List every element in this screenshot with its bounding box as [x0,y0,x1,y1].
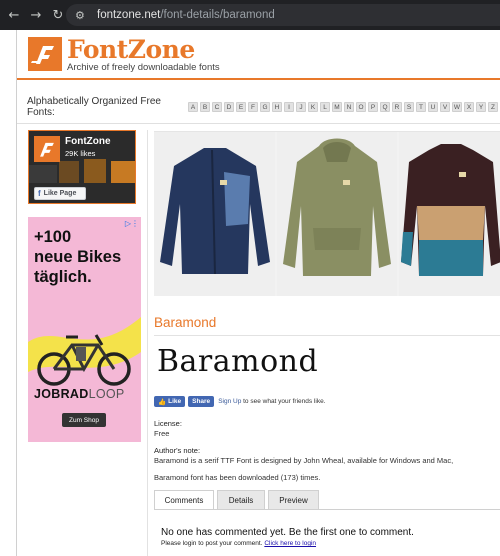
letter-link[interactable]: R [392,102,402,112]
url-path: /font-details/baramond [160,9,275,21]
letter-link[interactable]: T [416,102,426,112]
letter-link[interactable]: S [404,102,414,112]
fb-signup-link[interactable]: Sign Up [218,398,241,405]
font-title: Baramond [154,315,217,330]
letter-link[interactable]: U [428,102,438,112]
logo-mark [28,37,62,71]
login-prompt: Please login to post your comment. Click… [161,540,316,547]
sidebar-divider [147,130,148,556]
ad-headline-line-2: neue Bikes [34,248,122,266]
ad-brand-loop: LOOP [88,387,125,401]
alphabet-label: Alphabetically Organized Free Fonts: [27,96,161,118]
fb-like-page-label: Like Page [43,190,77,197]
fb-like-page-button[interactable]: f Like Page [34,187,86,200]
letter-link[interactable]: F [248,102,258,112]
adchoices-icon[interactable]: ▷⋮ [125,219,139,228]
letter-link[interactable]: K [308,102,318,112]
author-note-text: Baramond is a serif TTF Font is designed… [154,456,454,465]
ad-headline-line-1: +100 [34,228,72,246]
letter-link[interactable]: B [200,102,210,112]
fb-like-label: Like [168,398,182,405]
arrow-right-icon[interactable]: → [25,8,47,23]
license-label: License: [154,419,182,428]
letter-link[interactable]: W [452,102,462,112]
tab-preview[interactable]: Preview [268,490,319,509]
letter-link[interactable]: J [296,102,306,112]
author-note-label: Author's note: [154,446,201,455]
divider [17,123,500,124]
page: FontZone Archive of freely downloadable … [16,30,500,556]
letter-link[interactable]: Z [488,102,498,112]
letter-link[interactable]: O [356,102,366,112]
product-image-colorblock-pullover[interactable] [399,132,500,296]
facebook-icon: f [38,189,41,198]
letter-link[interactable]: Q [380,102,390,112]
fb-like-button[interactable]: 👍 Like [154,396,186,407]
license-value: Free [154,429,170,438]
letter-link[interactable]: E [236,102,246,112]
ad-brand-main: JOBRAD [34,387,89,401]
letter-link[interactable]: C [212,102,222,112]
fb-signup-text: Sign Up to see what your friends like. [218,398,325,405]
divider [154,335,500,336]
letter-link[interactable]: I [284,102,294,112]
site-logo[interactable]: FontZone Archive of freely downloadable … [28,37,220,73]
letter-link[interactable]: D [224,102,234,112]
logo-subtitle: Archive of freely downloadable fonts [67,62,220,73]
tab-underline [154,509,500,510]
login-link[interactable]: Click here to login [264,540,316,547]
ad-cta-button[interactable]: Zum Shop [62,413,106,427]
url-host: fontzone.net [97,9,161,21]
url-text[interactable]: fontzone.net/font-details/baramond [97,9,275,21]
thumbs-up-icon: 👍 [158,398,167,406]
ad-brand: JOBRADLOOP [34,387,125,401]
ad-headline-line-3: täglich. [34,268,92,286]
facebook-page-widget[interactable]: FontZone 29K likes f Like Page [28,130,136,204]
letter-link[interactable]: G [260,102,270,112]
facebook-share-row: 👍 Like Share Sign Up to see what your fri… [154,396,326,407]
fb-page-name[interactable]: FontZone [65,136,111,147]
login-prompt-text: Please login to post your comment. [161,540,265,547]
fb-signup-rest: to see what your friends like. [241,398,326,405]
header-divider [17,78,500,80]
download-count-text: Baramond font has been downloaded (173) … [154,473,321,482]
arrow-left-icon[interactable]: ← [3,8,25,23]
ad-headline: +100 neue Bikes täglich. [34,227,121,287]
empty-comments-message: No one has commented yet. Be the first o… [161,527,414,538]
tab-details[interactable]: Details [217,490,265,509]
letter-link[interactable]: N [344,102,354,112]
letter-link[interactable]: P [368,102,378,112]
bike-image [37,334,131,386]
product-image-navy-fleece[interactable] [154,132,275,296]
tab-bar: Comments Details Preview [154,490,322,510]
address-bar[interactable]: ⚙ fontzone.net/font-details/baramond [66,4,500,26]
letter-link[interactable]: H [272,102,282,112]
alphabet-letters: ABCDEFGHIJKLMNOPQRSTUVWXYZ [188,102,500,112]
fb-like-count: 29K likes [65,149,96,158]
advertisement[interactable]: ▷⋮ +100 neue Bikes täglich. JOBRADLOOP Z… [28,217,141,442]
tune-icon[interactable]: ⚙ [75,9,87,22]
fb-share-button[interactable]: Share [188,396,215,407]
letter-link[interactable]: X [464,102,474,112]
letter-link[interactable]: A [188,102,198,112]
letter-link[interactable]: L [320,102,330,112]
browser-toolbar: ← → ↻ ⚙ fontzone.net/font-details/baramo… [0,0,500,30]
fb-avatar [34,136,60,162]
alphabet-nav: Alphabetically Organized Free Fonts: ABC… [27,96,500,118]
product-banner[interactable] [154,131,500,296]
logo-title: FontZone [67,35,195,64]
letter-link[interactable]: M [332,102,342,112]
product-image-green-hoodie[interactable] [277,132,397,296]
letter-link[interactable]: Y [476,102,486,112]
font-preview: Baramond [157,344,319,379]
letter-link[interactable]: V [440,102,450,112]
tab-comments[interactable]: Comments [154,490,214,510]
